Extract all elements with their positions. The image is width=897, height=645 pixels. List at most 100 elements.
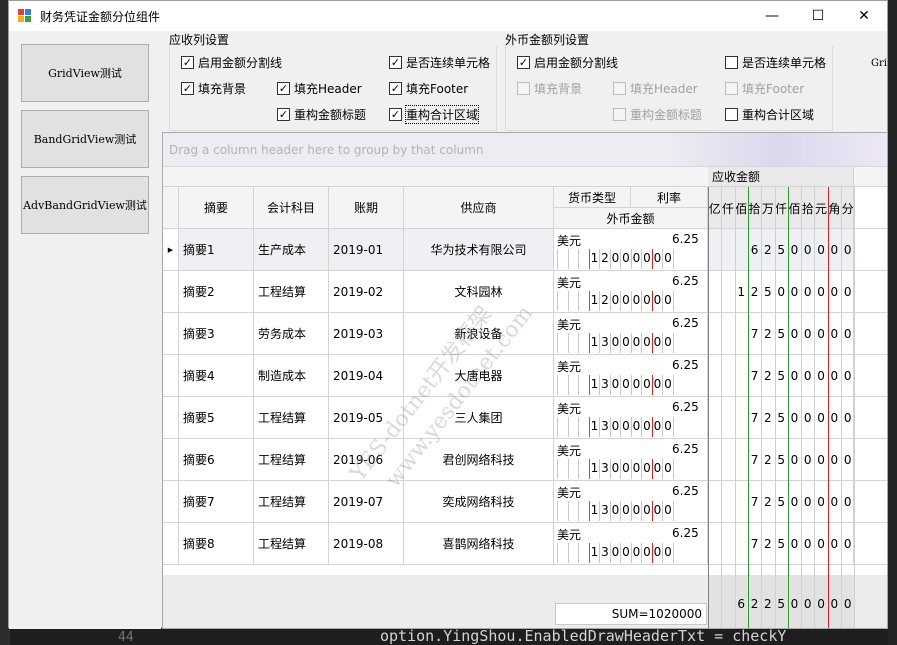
- row-indicator[interactable]: [163, 313, 179, 355]
- grid-cell-account[interactable]: 工程结算: [254, 439, 329, 481]
- option-checkbox[interactable]: ✓ 填充Footer: [389, 80, 468, 97]
- grid-cell-account[interactable]: 工程结算: [254, 397, 329, 439]
- grid-cell-summary[interactable]: 摘要1: [179, 229, 254, 271]
- grid-cell-summary[interactable]: 摘要4: [179, 355, 254, 397]
- check-icon[interactable]: ✓: [277, 82, 290, 95]
- option-checkbox[interactable]: 重构合计区域: [725, 106, 814, 123]
- foreign-separator: [662, 501, 663, 521]
- gridview-test-button[interactable]: GridView测试: [21, 44, 149, 102]
- grid-cell-supplier[interactable]: 三人集团: [404, 397, 554, 439]
- column-header[interactable]: 供应商: [404, 187, 554, 229]
- foreign-separator: [578, 291, 579, 311]
- check-icon[interactable]: ✓: [517, 56, 530, 69]
- maximize-button[interactable]: ☐: [795, 1, 841, 31]
- currency-type-value: 美元: [557, 360, 582, 374]
- grid-cell-period[interactable]: 2019-02: [329, 271, 404, 313]
- row-indicator[interactable]: [163, 481, 179, 523]
- foreign-separator: [641, 375, 642, 395]
- currency-type-header[interactable]: 货币类型: [554, 187, 631, 208]
- amount-digit: 6: [750, 243, 759, 257]
- grid-cell-summary[interactable]: 摘要8: [179, 523, 254, 565]
- option-checkbox: 重构金额标题: [613, 106, 702, 123]
- row-indicator[interactable]: [163, 397, 179, 439]
- amount-digit: [708, 523, 721, 565]
- option-checkbox[interactable]: ✓ 是否连续单元格: [389, 54, 490, 71]
- grid-cell-supplier[interactable]: 奕成网络科技: [404, 481, 554, 523]
- grid-cell-supplier[interactable]: 文科园林: [404, 271, 554, 313]
- grid-cell-account[interactable]: 生产成本: [254, 229, 329, 271]
- receivable-settings-group: 应收列设置 ✓ 启用金额分割线 ✓ 是否连续单元格 ✓ 填充背景 ✓ 填充Header ✓ 填充F…: [169, 31, 497, 131]
- amount-separator: [774, 187, 776, 628]
- checkbox-box[interactable]: [725, 56, 738, 69]
- option-checkbox[interactable]: ✓ 填充Header: [277, 80, 362, 97]
- grid-cell-account[interactable]: 工程结算: [254, 271, 329, 313]
- check-icon[interactable]: ✓: [389, 56, 402, 69]
- side-grid-label: Gri: [871, 58, 887, 69]
- grid-cell-supplier[interactable]: 大唐电器: [404, 355, 554, 397]
- grid-cell-supplier[interactable]: 喜鹊网络科技: [404, 523, 554, 565]
- row-indicator[interactable]: [163, 523, 179, 565]
- row-indicator[interactable]: [163, 355, 179, 397]
- foreign-digit: 2: [601, 251, 609, 265]
- foreign-separator: [557, 333, 558, 353]
- option-checkbox[interactable]: ✓ 填充背景: [181, 80, 246, 97]
- grid-cell-account[interactable]: 工程结算: [254, 523, 329, 565]
- option-checkbox[interactable]: ✓ 重构合计区域: [389, 105, 480, 124]
- column-header[interactable]: 账期: [329, 187, 404, 229]
- grid-cell-account[interactable]: 劳务成本: [254, 313, 329, 355]
- grid-cell-supplier[interactable]: 新浪设备: [404, 313, 554, 355]
- close-button[interactable]: ✕: [841, 1, 887, 31]
- foreign-separator: [609, 459, 611, 479]
- column-header[interactable]: 摘要: [179, 187, 254, 229]
- grid-cell-summary[interactable]: 摘要5: [179, 397, 254, 439]
- grid-cell-period[interactable]: 2019-05: [329, 397, 404, 439]
- foreign-separator: [609, 501, 611, 521]
- foreign-separator: [672, 417, 674, 437]
- option-checkbox[interactable]: ✓ 启用金额分割线: [181, 54, 282, 71]
- grid-cell-summary[interactable]: 摘要2: [179, 271, 254, 313]
- group-by-panel[interactable]: Drag a column header here to group by th…: [163, 133, 887, 167]
- grid-cell-summary[interactable]: 摘要7: [179, 481, 254, 523]
- check-icon[interactable]: ✓: [181, 56, 194, 69]
- foreign-separator: [651, 501, 653, 521]
- grid-cell-summary[interactable]: 摘要3: [179, 313, 254, 355]
- title-bar[interactable]: 财务凭证金额分位组件 — ☐ ✕: [9, 1, 887, 31]
- band-receivable-header[interactable]: 应收金额: [708, 167, 854, 187]
- grid-cell-period[interactable]: 2019-08: [329, 523, 404, 565]
- amount-digit: 2: [764, 243, 772, 257]
- window-title: 财务凭证金额分位组件: [40, 9, 161, 24]
- grid-cell-supplier[interactable]: 华为技术有限公司: [404, 229, 554, 271]
- grid-cell-supplier[interactable]: 君创网络科技: [404, 439, 554, 481]
- grid-cell-account[interactable]: 工程结算: [254, 481, 329, 523]
- grid-cell-period[interactable]: 2019-04: [329, 355, 404, 397]
- grid-cell-account[interactable]: 制造成本: [254, 355, 329, 397]
- amount-digit: 2: [764, 495, 772, 509]
- option-checkbox[interactable]: ✓ 重构金额标题: [277, 106, 366, 123]
- check-icon[interactable]: ✓: [181, 82, 194, 95]
- grid-cell-period[interactable]: 2019-01: [329, 229, 404, 271]
- check-icon[interactable]: ✓: [389, 82, 402, 95]
- check-icon[interactable]: ✓: [277, 108, 290, 121]
- minimize-button[interactable]: —: [749, 1, 795, 31]
- option-checkbox[interactable]: 是否连续单元格: [725, 54, 826, 71]
- column-header[interactable]: 会计科目: [254, 187, 329, 229]
- foreign-separator: [609, 417, 611, 437]
- grid-cell-period[interactable]: 2019-03: [329, 313, 404, 355]
- data-grid[interactable]: Drag a column header here to group by th…: [162, 132, 888, 629]
- grid-cell-period[interactable]: 2019-07: [329, 481, 404, 523]
- bandgridview-test-button[interactable]: BandGridView测试: [21, 110, 149, 168]
- advbandgridview-test-button[interactable]: AdvBandGridView测试: [21, 176, 149, 234]
- row-indicator[interactable]: [163, 271, 179, 313]
- foreign-amount-header[interactable]: 外币金额: [554, 208, 708, 229]
- amount-digit: 0: [830, 537, 839, 551]
- grid-cell-period[interactable]: 2019-06: [329, 439, 404, 481]
- check-icon[interactable]: ✓: [389, 108, 402, 121]
- checkbox-box[interactable]: [725, 108, 738, 121]
- grid-cell-summary[interactable]: 摘要6: [179, 439, 254, 481]
- option-checkbox[interactable]: ✓ 启用金额分割线: [517, 54, 618, 71]
- foreign-separator: [672, 543, 674, 563]
- amount-digit: 5: [777, 537, 785, 551]
- row-indicator[interactable]: ▶: [163, 229, 179, 271]
- row-indicator[interactable]: [163, 439, 179, 481]
- rate-header[interactable]: 利率: [631, 187, 708, 208]
